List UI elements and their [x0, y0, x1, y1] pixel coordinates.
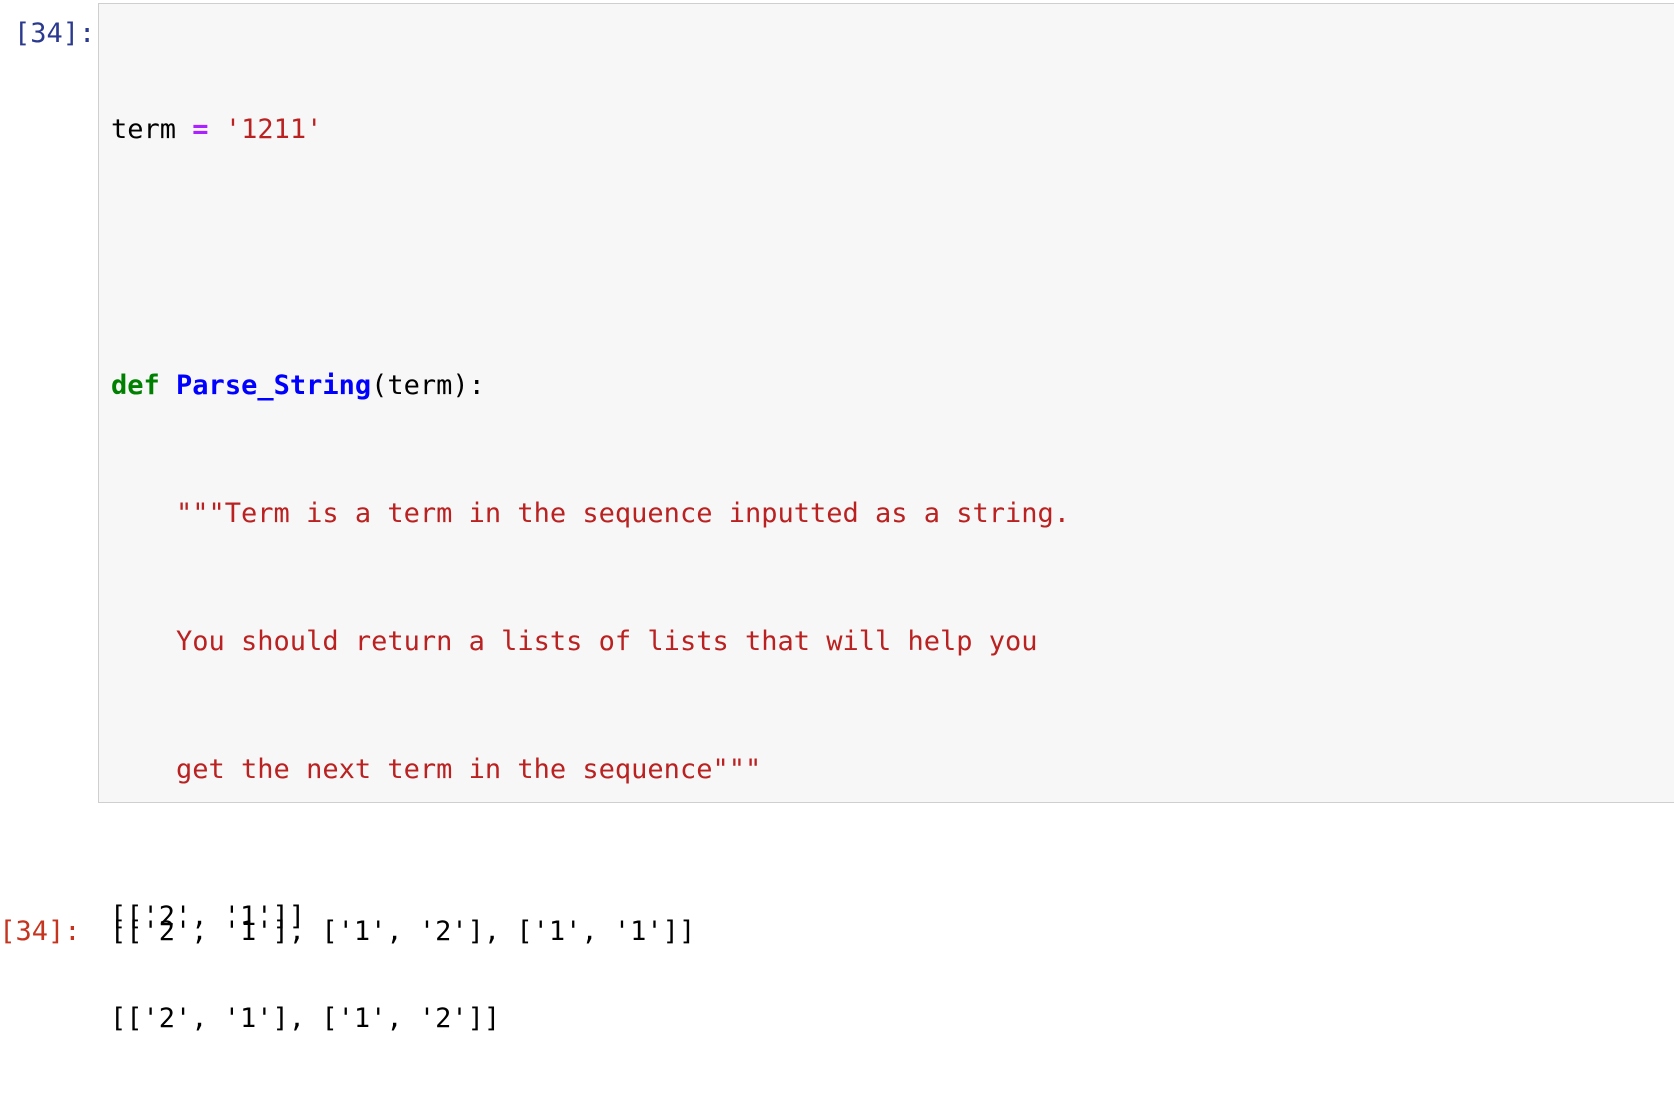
code-line-5: You should return a lists of lists that …	[111, 626, 1346, 658]
code-source[interactable]: term = '1211' def Parse_String(term): ""…	[111, 18, 1346, 802]
cell-result-output: [['2', '1'], ['1', '2'], ['1', '1']]	[110, 916, 696, 947]
token-string: '1211'	[224, 114, 323, 145]
code-editor-area[interactable]: term = '1211' def Parse_String(term): ""…	[98, 3, 1674, 803]
code-line-3: def Parse_String(term):	[111, 370, 1346, 402]
token-docstring: get the next term in the sequence"""	[111, 754, 762, 785]
cell-stream-output: [['2', '1']] [['2', '1'], ['1', '2']]	[110, 832, 500, 1104]
token-keyword-def: def	[111, 370, 160, 401]
code-line-6: get the next term in the sequence"""	[111, 754, 1346, 786]
token-punctuation: (term):	[371, 370, 485, 401]
token-docstring: """Term is a term in the sequence inputt…	[111, 498, 1071, 529]
stream-output-line: [['2', '1'], ['1', '2']]	[110, 1003, 501, 1034]
notebook-code-cell[interactable]: [34]: term = '1211' def Parse_String(ter…	[0, 0, 1674, 806]
output-prompt-label: t[34]:	[0, 916, 81, 947]
code-line-4: """Term is a term in the sequence inputt…	[111, 498, 1346, 530]
token-name: term	[111, 114, 193, 145]
token-function-name: Parse_String	[176, 370, 372, 401]
token-docstring: You should return a lists of lists that …	[111, 626, 1038, 657]
notebook-page: [34]: term = '1211' def Parse_String(ter…	[0, 0, 1674, 1034]
code-line-1: term = '1211'	[111, 114, 1346, 146]
token-operator: =	[192, 114, 209, 145]
input-prompt-label: [34]:	[14, 18, 96, 49]
